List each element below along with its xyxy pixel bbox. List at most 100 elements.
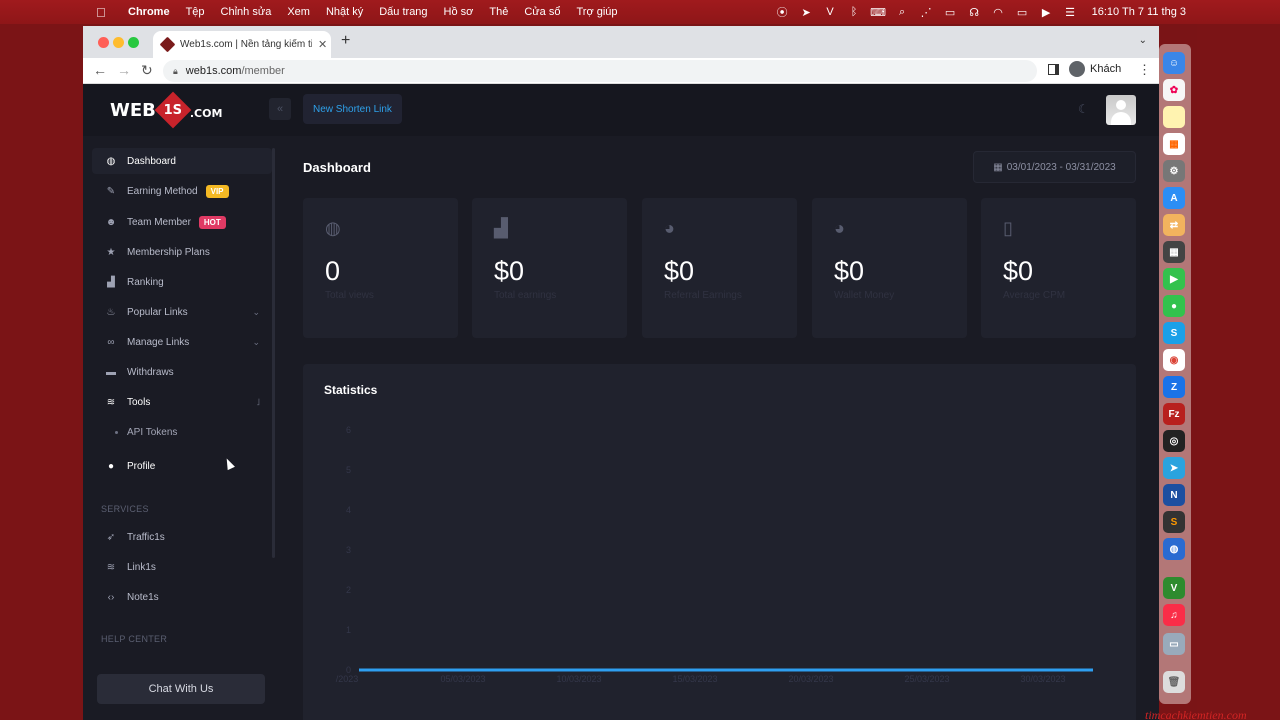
wifi-icon[interactable]: ◠ bbox=[992, 6, 1005, 19]
moon-icon[interactable]: ☾ bbox=[1078, 102, 1089, 116]
site-logo[interactable]: WEB 1S .COM bbox=[110, 91, 223, 129]
menu-history[interactable]: Nhật ký bbox=[326, 6, 363, 18]
forward-icon[interactable]: → bbox=[117, 62, 131, 78]
y-tick-label: 1 bbox=[346, 625, 351, 635]
stat-card-total-earnings: ▟ $0 Total earnings bbox=[472, 198, 627, 338]
filezilla-icon[interactable]: Fz bbox=[1163, 403, 1185, 425]
y-tick-label: 2 bbox=[346, 585, 351, 595]
menu-file[interactable]: Tệp bbox=[186, 6, 205, 18]
logo-mark: 1S bbox=[163, 102, 183, 118]
vpn-icon[interactable]: ◎ bbox=[1163, 430, 1185, 452]
sidebar-item-link1s[interactable]: ≋ Link1s bbox=[92, 554, 272, 580]
sidebar-item-label: Popular Links bbox=[127, 306, 188, 318]
trash-icon[interactable]: 🗑︎ bbox=[1163, 671, 1185, 693]
launchpad-icon[interactable]: ▦ bbox=[1163, 133, 1185, 155]
sublime-text-icon[interactable]: S bbox=[1163, 511, 1185, 533]
statistics-chart[interactable]: 0123456/2023 05/03/2023 10/03/2023 15/03/20… bbox=[303, 364, 1136, 720]
chat-with-us-button[interactable]: Chat With Us bbox=[97, 674, 265, 704]
menu-profiles[interactable]: Hồ sơ bbox=[444, 6, 474, 18]
url-input[interactable]: 🔒︎ web1s.com/member bbox=[163, 60, 1037, 82]
sidebar-item-membership-plans[interactable]: ★ Membership Plans bbox=[92, 239, 272, 265]
preview-icon[interactable]: ▭ bbox=[1163, 633, 1185, 655]
lock-icon[interactable]: 🔒︎ bbox=[173, 66, 178, 77]
maximize-window-button[interactable] bbox=[128, 37, 139, 48]
sidebar-item-note1s[interactable]: ‹› Note1s bbox=[92, 584, 272, 610]
menu-bookmarks[interactable]: Dấu trang bbox=[379, 6, 427, 18]
sidebar-item-withdraws[interactable]: ▬ Withdraws bbox=[92, 359, 272, 385]
sidebar-item-dashboard[interactable]: ◍ Dashboard bbox=[92, 148, 272, 174]
v-app-icon[interactable]: V bbox=[824, 6, 837, 19]
messages-icon[interactable]: ● bbox=[1163, 295, 1185, 317]
battery-icon[interactable]: ▭ bbox=[1016, 6, 1029, 19]
tab-search-icon[interactable]: ⌄ bbox=[1139, 35, 1147, 46]
collapse-sidebar-button[interactable]: « bbox=[269, 98, 291, 120]
magic-wand-icon: ✎ bbox=[106, 185, 116, 197]
keyboard-icon[interactable]: ⌨ bbox=[870, 6, 886, 19]
bluetooth-icon[interactable]: ᛒ bbox=[848, 6, 861, 19]
skype-icon[interactable]: S bbox=[1163, 322, 1185, 344]
menu-edit[interactable]: Chỉnh sửa bbox=[221, 6, 272, 18]
send-icon[interactable]: ➤ bbox=[800, 6, 813, 19]
sidebar-item-profile[interactable]: ● Profile bbox=[92, 453, 272, 479]
menu-tab[interactable]: Thẻ bbox=[489, 6, 508, 18]
sidebar-item-team-member[interactable]: ☻ Team Member HOT bbox=[92, 209, 272, 235]
reload-icon[interactable]: ↻ bbox=[141, 62, 153, 79]
back-icon[interactable]: ← bbox=[93, 62, 107, 78]
menu-help[interactable]: Trợ giúp bbox=[576, 6, 617, 18]
browser-tab[interactable]: Web1s.com | Nền tảng kiếm tiền ✕ bbox=[153, 31, 331, 58]
menu-app-chrome[interactable]: Chrome bbox=[128, 6, 170, 18]
teamviewer-icon[interactable]: ⇄ bbox=[1163, 214, 1185, 236]
sidebar-scrollbar[interactable] bbox=[272, 148, 275, 558]
menu-window[interactable]: Cửa sổ bbox=[524, 6, 560, 18]
search-icon[interactable]: ⌕ bbox=[896, 6, 909, 19]
photos-icon[interactable]: ✿ bbox=[1163, 79, 1185, 101]
minimize-window-button[interactable] bbox=[113, 37, 124, 48]
chrome-icon[interactable]: ◉ bbox=[1163, 349, 1185, 371]
sidebar-item-traffic1s[interactable]: ➶ Traffic1s bbox=[92, 524, 272, 550]
stat-value: $0 bbox=[1003, 256, 1034, 286]
close-tab-icon[interactable]: ✕ bbox=[318, 38, 327, 51]
music-icon[interactable]: ♫ bbox=[1163, 604, 1185, 626]
v-app-icon[interactable]: V bbox=[1163, 577, 1185, 599]
record-icon[interactable]: ⦿ bbox=[776, 6, 789, 19]
apple-icon[interactable]:  bbox=[96, 5, 110, 20]
sidebar-item-label: Profile bbox=[127, 460, 156, 472]
new-shorten-link-button[interactable]: New Shorten Link bbox=[303, 94, 402, 124]
sidebar-item-label: Manage Links bbox=[127, 336, 190, 348]
sidebar-item-manage-links[interactable]: ∞ Manage Links ⌄ bbox=[92, 329, 272, 355]
app-store-icon[interactable]: A bbox=[1163, 187, 1185, 209]
new-tab-button[interactable]: + bbox=[341, 32, 350, 50]
side-panel-icon[interactable] bbox=[1048, 64, 1059, 75]
finder-icon[interactable]: ☺ bbox=[1163, 52, 1185, 74]
profile-button[interactable]: Khách bbox=[1069, 61, 1121, 77]
user-avatar[interactable] bbox=[1106, 95, 1136, 125]
close-window-button[interactable] bbox=[98, 37, 109, 48]
date-range-picker[interactable]: ▦ 03/01/2023 - 03/31/2023 bbox=[973, 151, 1136, 183]
sidebar-subitem-api-tokens[interactable]: API Tokens bbox=[115, 427, 177, 438]
spotlight-icon[interactable]: ⋰ bbox=[920, 6, 933, 19]
headphones-icon[interactable]: ☊ bbox=[968, 6, 981, 19]
zalo-icon[interactable]: Z bbox=[1163, 376, 1185, 398]
network-icon[interactable]: ◍ bbox=[1163, 538, 1185, 560]
rocket-icon: ➶ bbox=[106, 531, 116, 543]
sidebar-item-earning-method[interactable]: ✎ Earning Method VIP bbox=[92, 178, 272, 204]
display-icon[interactable]: ▭ bbox=[944, 6, 957, 19]
x-tick-label: 20/03/2023 bbox=[788, 674, 833, 684]
notes-icon[interactable] bbox=[1163, 106, 1185, 128]
sidebar-item-tools[interactable]: ≋ Tools ˩ bbox=[92, 389, 272, 415]
sidebar-item-popular-links[interactable]: ♨ Popular Links ⌄ bbox=[92, 299, 272, 325]
menu-view[interactable]: Xem bbox=[287, 6, 310, 18]
site-header: WEB 1S .COM « New Shorten Link ☾ bbox=[83, 84, 1159, 136]
n-app-icon[interactable]: N bbox=[1163, 484, 1185, 506]
more-menu-icon[interactable]: ⋮ bbox=[1138, 62, 1151, 78]
facetime-icon[interactable]: ▶ bbox=[1163, 268, 1185, 290]
calculator-icon[interactable]: ▦ bbox=[1163, 241, 1185, 263]
sidebar-item-label: Withdraws bbox=[127, 366, 174, 378]
menubar-clock[interactable]: 16:10 Th 7 11 thg 3 bbox=[1092, 6, 1186, 18]
system-preferences-icon[interactable]: ⚙ bbox=[1163, 160, 1185, 182]
play-icon[interactable]: ▶ bbox=[1040, 6, 1053, 19]
sidebar-item-ranking[interactable]: ▟ Ranking bbox=[92, 269, 272, 295]
control-center-icon[interactable]: ☰ bbox=[1064, 6, 1077, 19]
logo-suffix: .COM bbox=[189, 106, 223, 120]
telegram-icon[interactable]: ➤ bbox=[1163, 457, 1185, 479]
